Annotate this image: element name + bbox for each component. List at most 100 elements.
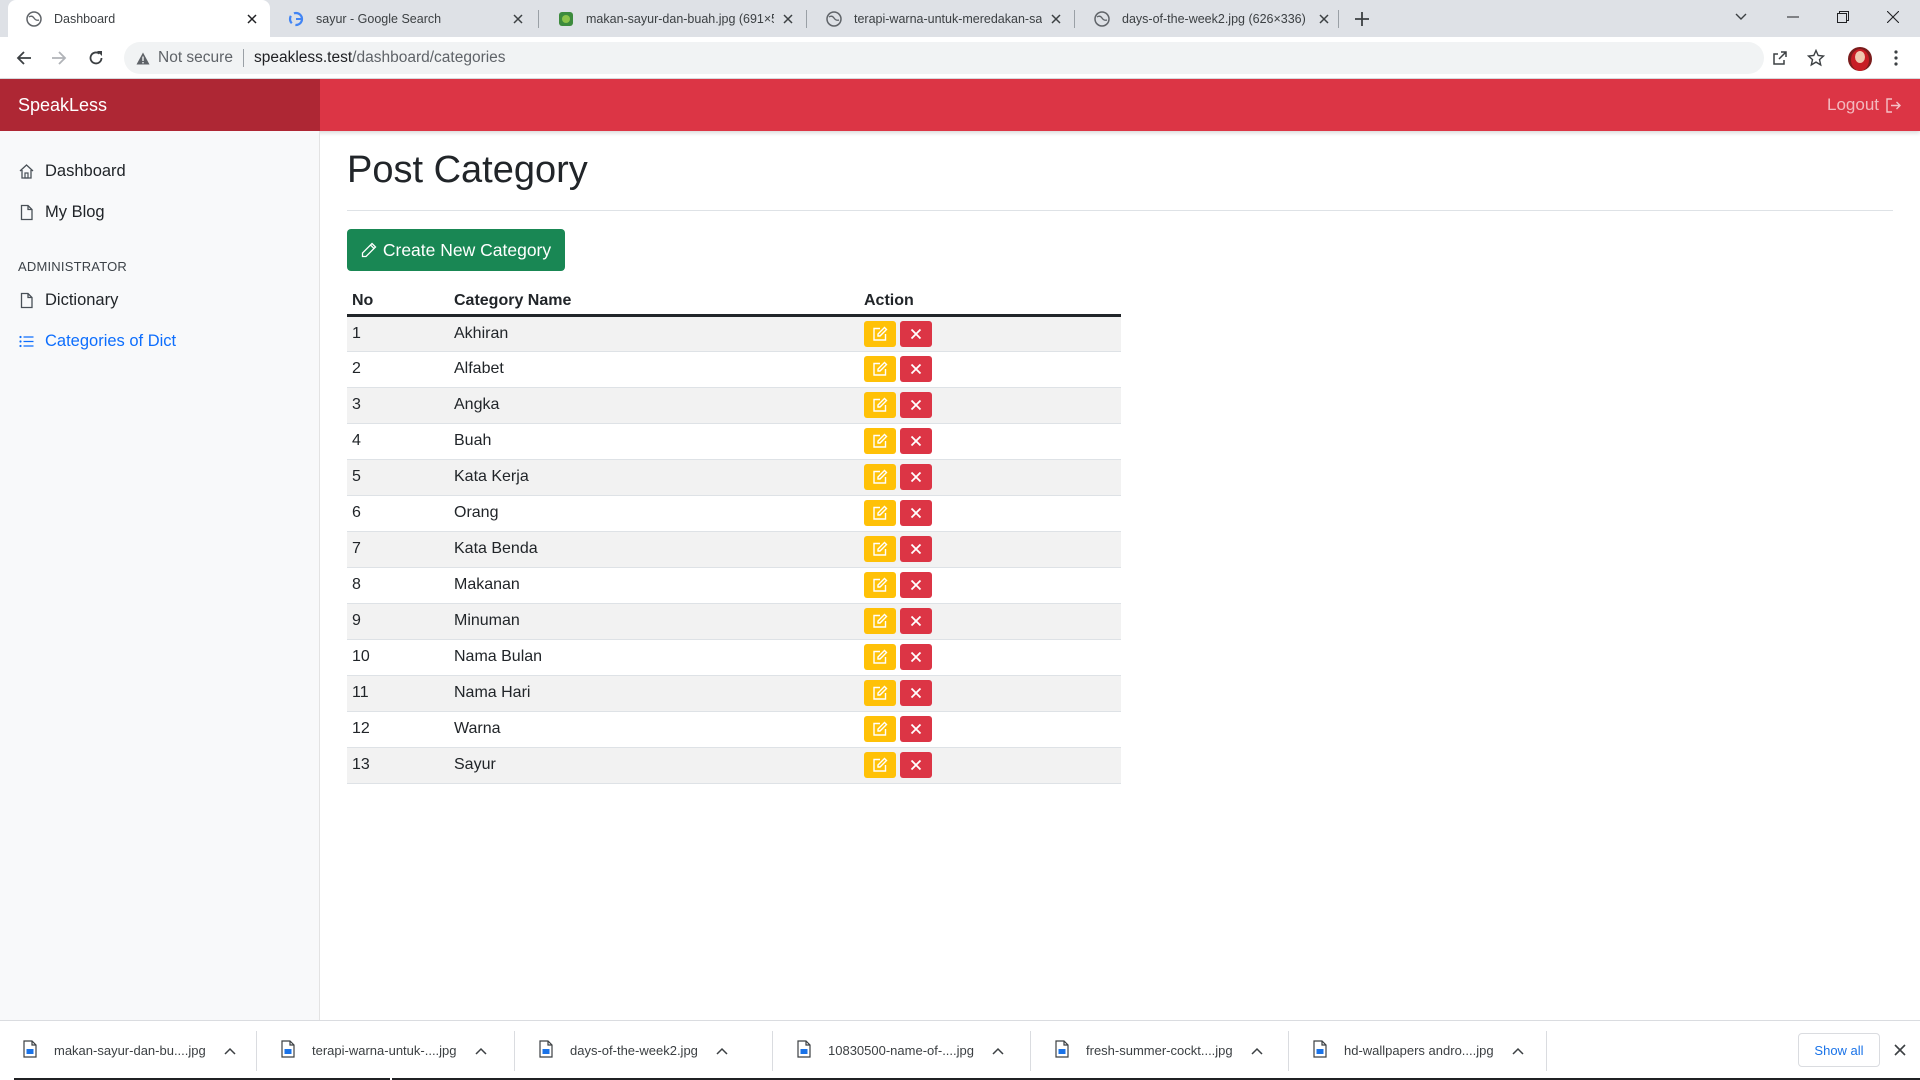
chevron-up-icon[interactable]: [474, 1043, 487, 1058]
minimize-button[interactable]: [1768, 0, 1818, 34]
close-icon[interactable]: [244, 11, 260, 27]
download-filename: makan-sayur-dan-bu....jpg: [54, 1042, 206, 1058]
google-icon: [288, 11, 304, 27]
edit-button[interactable]: [864, 500, 896, 526]
close-icon[interactable]: [1316, 11, 1332, 27]
download-item[interactable]: hd-wallpapers andro....jpg: [1312, 1021, 1524, 1079]
menu-button[interactable]: [1882, 44, 1910, 72]
cell-action: [859, 567, 1121, 604]
edit-button[interactable]: [864, 320, 896, 347]
download-separator: [1288, 1031, 1289, 1071]
edit-icon: [873, 685, 888, 700]
download-item[interactable]: 10830500-name-of-....jpg: [796, 1021, 1004, 1079]
sidebar: Dashboard My Blog ADMINISTRATOR Dictiona…: [0, 131, 320, 1020]
column-header-category-name: Category Name: [449, 287, 859, 317]
file-image-icon: [538, 1039, 554, 1061]
sidebar-item-dictionary[interactable]: Dictionary: [18, 285, 118, 315]
cell-category-name: Akhiran: [449, 315, 859, 352]
security-label: Not secure: [158, 49, 233, 66]
edit-button[interactable]: [864, 752, 896, 778]
browser-tab-dashboard[interactable]: Dashboard: [8, 0, 270, 37]
edit-button[interactable]: [864, 356, 896, 382]
cell-category-name: Sayur: [449, 747, 859, 784]
brand-logo[interactable]: SpeakLess: [0, 79, 320, 131]
cell-action: [859, 495, 1121, 532]
edit-icon: [873, 361, 888, 376]
download-item[interactable]: days-of-the-week2.jpg: [538, 1021, 728, 1079]
sidebar-item-categories[interactable]: Categories of Dict: [18, 326, 176, 356]
delete-button[interactable]: [900, 356, 932, 382]
bookmark-button[interactable]: [1802, 44, 1830, 72]
edit-button[interactable]: [864, 536, 896, 562]
table-row: 4 Buah: [347, 423, 1121, 460]
edit-button[interactable]: [864, 680, 896, 706]
show-all-button[interactable]: Show all: [1798, 1033, 1880, 1067]
download-separator: [1546, 1031, 1547, 1071]
table-row: 7 Kata Benda: [347, 531, 1121, 568]
table-row: 3 Angka: [347, 387, 1121, 424]
logout-link[interactable]: Logout: [1827, 79, 1902, 131]
browser-tab-google-search[interactable]: sayur - Google Search: [270, 0, 536, 37]
edit-button[interactable]: [864, 572, 896, 598]
chevron-up-icon[interactable]: [992, 1043, 1004, 1058]
delete-button[interactable]: [900, 680, 932, 706]
close-icon[interactable]: [780, 11, 796, 27]
edit-button[interactable]: [864, 392, 896, 418]
tab-search-button[interactable]: [1716, 0, 1766, 34]
delete-button[interactable]: [900, 500, 932, 526]
sidebar-item-dashboard[interactable]: Dashboard: [18, 156, 126, 186]
close-download-bar-button[interactable]: [1888, 1038, 1912, 1062]
table-row: 10 Nama Bulan: [347, 639, 1121, 676]
chevron-up-icon[interactable]: [1512, 1043, 1524, 1058]
delete-button[interactable]: [900, 608, 932, 634]
sidebar-item-my-blog[interactable]: My Blog: [18, 197, 105, 227]
profile-avatar[interactable]: [1848, 47, 1872, 71]
edit-button[interactable]: [864, 644, 896, 670]
browser-tab-image[interactable]: makan-sayur-dan-buah.jpg (691×50: [540, 0, 806, 37]
delete-button[interactable]: [900, 752, 932, 778]
table-row: 2 Alfabet: [347, 351, 1121, 388]
chevron-up-icon[interactable]: [716, 1043, 728, 1058]
back-button[interactable]: [10, 44, 38, 72]
delete-button[interactable]: [900, 644, 932, 670]
close-window-button[interactable]: [1868, 0, 1918, 34]
chevron-up-icon[interactable]: [1251, 1043, 1263, 1058]
star-icon: [1807, 49, 1825, 67]
delete-button[interactable]: [900, 716, 932, 742]
delete-button[interactable]: [900, 320, 932, 347]
edit-icon: [873, 721, 888, 736]
share-button[interactable]: [1766, 44, 1794, 72]
cell-category-name: Kata Kerja: [449, 459, 859, 496]
edit-button[interactable]: [864, 716, 896, 742]
delete-button[interactable]: [900, 428, 932, 454]
edit-icon: [873, 577, 888, 592]
cell-no: 12: [347, 711, 449, 748]
address-bar[interactable]: Not secure speakless.test/dashboard/cate…: [124, 42, 1764, 74]
close-icon[interactable]: [510, 11, 526, 27]
edit-button[interactable]: [864, 428, 896, 454]
delete-button[interactable]: [900, 572, 932, 598]
reload-button[interactable]: [82, 44, 110, 72]
delete-button[interactable]: [900, 392, 932, 418]
x-icon: [910, 435, 922, 447]
browser-tab-days[interactable]: days-of-the-week2.jpg (626×336): [1076, 0, 1342, 37]
forward-button[interactable]: [45, 44, 73, 72]
delete-button[interactable]: [900, 464, 932, 490]
restore-button[interactable]: [1818, 0, 1868, 34]
logout-icon: [1886, 97, 1901, 113]
x-icon: [910, 399, 922, 411]
download-item[interactable]: fresh-summer-cockt....jpg: [1054, 1021, 1263, 1079]
download-item[interactable]: makan-sayur-dan-bu....jpg: [22, 1021, 236, 1079]
pencil-icon: [361, 242, 377, 258]
create-category-button[interactable]: Create New Category: [347, 229, 565, 271]
download-item[interactable]: terapi-warna-untuk-....jpg: [280, 1021, 487, 1079]
new-tab-button[interactable]: [1349, 6, 1375, 32]
chevron-up-icon[interactable]: [224, 1043, 236, 1058]
edit-button[interactable]: [864, 464, 896, 490]
edit-button[interactable]: [864, 608, 896, 634]
close-icon[interactable]: [1048, 11, 1064, 27]
x-icon: [910, 543, 922, 555]
browser-tab-terapi[interactable]: terapi-warna-untuk-meredakan-sak: [808, 0, 1074, 37]
browser-tab-strip: Dashboard sayur - Google Search makan-sa…: [0, 0, 1920, 37]
delete-button[interactable]: [900, 536, 932, 562]
